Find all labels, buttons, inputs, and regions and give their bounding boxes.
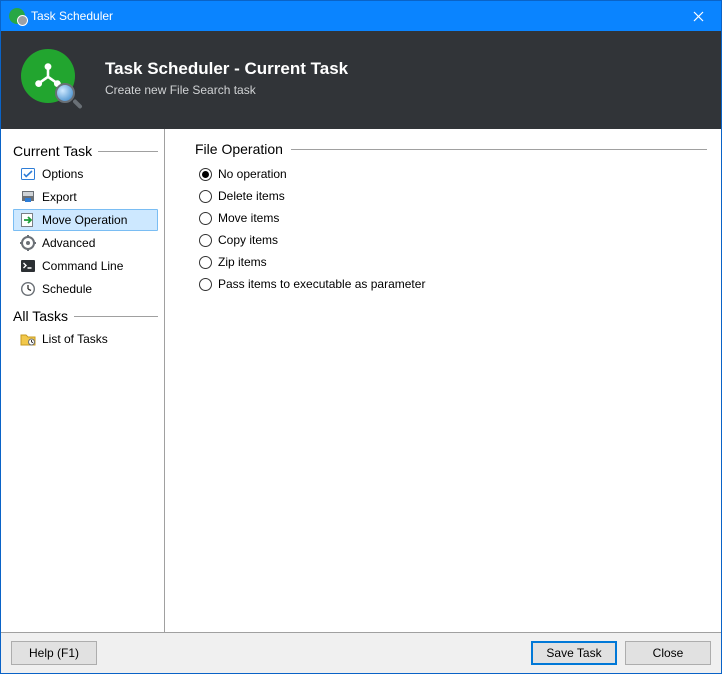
window-close-button[interactable] xyxy=(675,1,721,31)
radio-move-items[interactable]: Move items xyxy=(199,211,707,225)
app-icon xyxy=(9,8,25,24)
sidebar-item-label: List of Tasks xyxy=(42,332,108,346)
footer: Help (F1) Save Task Close xyxy=(1,632,721,673)
close-icon xyxy=(693,11,704,22)
sidebar-item-label: Move Operation xyxy=(42,213,127,227)
radio-no-operation[interactable]: No operation xyxy=(199,167,707,181)
header-subtitle: Create new File Search task xyxy=(105,83,348,97)
footer-right: Save Task Close xyxy=(531,641,711,665)
radio-label: Zip items xyxy=(218,255,267,269)
sidebar-list-current-task: Options Export Move Operation xyxy=(13,163,158,300)
close-button[interactable]: Close xyxy=(625,641,711,665)
radio-label: Delete items xyxy=(218,189,285,203)
titlebar-left: Task Scheduler xyxy=(9,8,113,24)
sidebar-item-export[interactable]: Export xyxy=(13,186,158,208)
header-app-icon xyxy=(21,49,79,107)
radio-icon xyxy=(199,212,212,225)
sidebar-item-list-of-tasks[interactable]: List of Tasks xyxy=(13,328,158,350)
help-button[interactable]: Help (F1) xyxy=(11,641,97,665)
magnifier-icon xyxy=(55,83,85,113)
header-title: Task Scheduler - Current Task xyxy=(105,59,348,79)
radio-label: Copy items xyxy=(218,233,278,247)
file-operation-options: No operation Delete items Move items Cop… xyxy=(195,167,707,291)
radio-copy-items[interactable]: Copy items xyxy=(199,233,707,247)
radio-label: No operation xyxy=(218,167,287,181)
header-band: Task Scheduler - Current Task Create new… xyxy=(1,31,721,129)
advanced-icon xyxy=(20,235,36,251)
move-operation-icon xyxy=(20,212,36,228)
radio-delete-items[interactable]: Delete items xyxy=(199,189,707,203)
radio-zip-items[interactable]: Zip items xyxy=(199,255,707,269)
sidebar-item-advanced[interactable]: Advanced xyxy=(13,232,158,254)
group-title-text: File Operation xyxy=(195,141,283,157)
radio-pass-to-executable[interactable]: Pass items to executable as parameter xyxy=(199,277,707,291)
task-scheduler-window: Task Scheduler xyxy=(0,0,722,674)
main-area: Current Task Options Export xyxy=(1,129,721,632)
radio-icon xyxy=(199,190,212,203)
sidebar-item-label: Schedule xyxy=(42,282,92,296)
sidebar-item-label: Options xyxy=(42,167,83,181)
list-of-tasks-icon xyxy=(20,331,36,347)
radio-label: Pass items to executable as parameter xyxy=(218,277,425,291)
sidebar-item-label: Export xyxy=(42,190,77,204)
options-icon xyxy=(20,166,36,182)
radio-icon xyxy=(199,256,212,269)
radio-icon xyxy=(199,168,212,181)
sidebar-item-move-operation[interactable]: Move Operation xyxy=(13,209,158,231)
sidebar-item-schedule[interactable]: Schedule xyxy=(13,278,158,300)
schedule-icon xyxy=(20,281,36,297)
sidebar-item-label: Command Line xyxy=(42,259,123,273)
command-line-icon xyxy=(20,258,36,274)
file-operation-group: File Operation xyxy=(195,141,707,157)
header-text: Task Scheduler - Current Task Create new… xyxy=(105,59,348,97)
radio-label: Move items xyxy=(218,211,279,225)
sidebar-item-label: Advanced xyxy=(42,236,95,250)
radio-icon xyxy=(199,278,212,291)
window-title: Task Scheduler xyxy=(31,9,113,23)
radio-icon xyxy=(199,234,212,247)
sidebar-section-title: All Tasks xyxy=(13,308,68,324)
save-task-button[interactable]: Save Task xyxy=(531,641,617,665)
content-pane: File Operation No operation Delete items… xyxy=(165,129,721,632)
export-icon xyxy=(20,189,36,205)
sidebar-list-all-tasks: List of Tasks xyxy=(13,328,158,350)
titlebar: Task Scheduler xyxy=(1,1,721,31)
sidebar-section-current-task: Current Task xyxy=(13,143,158,159)
sidebar-item-options[interactable]: Options xyxy=(13,163,158,185)
sidebar: Current Task Options Export xyxy=(1,129,165,632)
sidebar-section-all-tasks: All Tasks xyxy=(13,308,158,324)
sidebar-item-command-line[interactable]: Command Line xyxy=(13,255,158,277)
sidebar-section-title: Current Task xyxy=(13,143,92,159)
